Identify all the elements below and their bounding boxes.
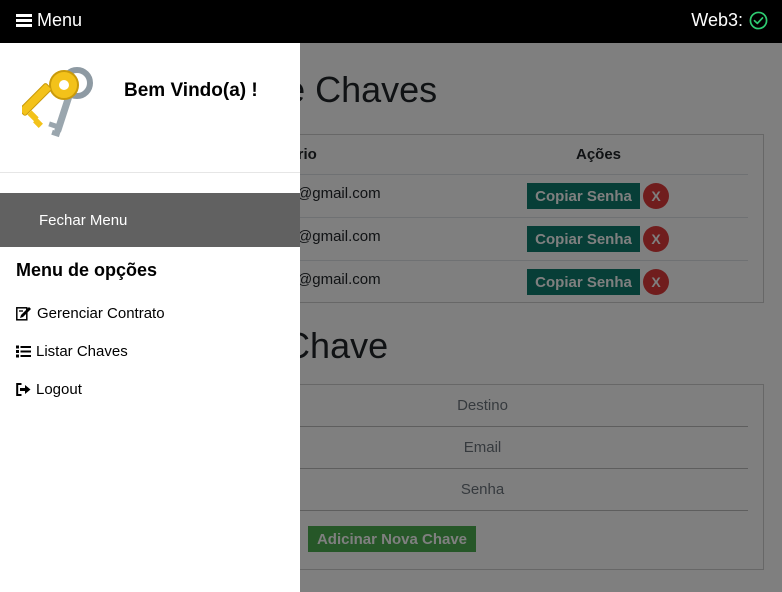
menu-item-manage-contract[interactable]: Gerenciar Contrato	[16, 305, 165, 322]
menu-item-label: Gerenciar Contrato	[37, 305, 165, 322]
hamburger-icon	[16, 14, 32, 27]
sidebar-header: Bem Vindo(a) !	[0, 43, 300, 173]
options-title: Menu de opções	[16, 260, 158, 280]
logout-icon	[16, 383, 31, 396]
web3-status: Web3:	[691, 10, 768, 31]
menu-toggle-button[interactable]: Menu	[16, 10, 82, 31]
close-menu-button[interactable]: Fechar Menu	[0, 193, 300, 247]
edit-icon	[16, 306, 32, 321]
top-navbar: Menu Web3:	[0, 0, 782, 43]
keys-icon	[18, 63, 96, 148]
sidebar-menu: Bem Vindo(a) ! Fechar Menu Menu de opçõe…	[0, 43, 300, 592]
menu-item-logout[interactable]: Logout	[16, 381, 82, 398]
check-circle-icon	[749, 11, 768, 30]
list-icon	[16, 345, 31, 358]
menu-item-list-keys[interactable]: Listar Chaves	[16, 343, 128, 360]
menu-label: Menu	[37, 10, 83, 30]
web3-label: Web3:	[691, 10, 743, 30]
welcome-text: Bem Vindo(a) !	[124, 80, 258, 101]
menu-item-label: Logout	[36, 381, 82, 398]
menu-item-label: Listar Chaves	[36, 343, 128, 360]
